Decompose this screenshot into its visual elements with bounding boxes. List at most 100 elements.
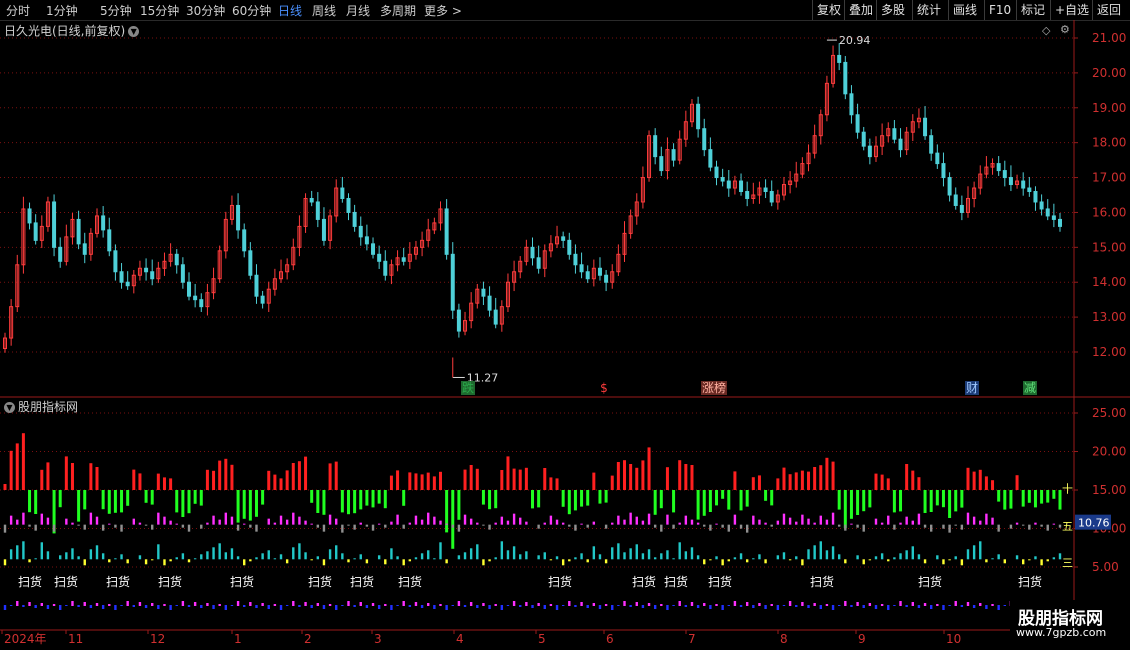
indicator-bar xyxy=(335,545,338,560)
indicator-bar xyxy=(978,469,982,490)
chevron-down-icon[interactable]: ▼ xyxy=(4,402,15,413)
price-tick-label: 21.00 xyxy=(1092,31,1126,45)
indicator-bar xyxy=(1040,524,1043,527)
chart-area[interactable]: 12.0013.0014.0015.0016.0017.0018.0019.00… xyxy=(0,0,1130,650)
indicator-bar xyxy=(292,601,295,606)
indicator-bar xyxy=(721,559,724,566)
indicator-bar xyxy=(9,515,13,525)
indicator-bar xyxy=(267,550,270,560)
indicator-bar xyxy=(316,556,320,560)
indicator-bar xyxy=(739,605,743,607)
indicator-bar xyxy=(1021,524,1025,526)
indicator-bar xyxy=(384,559,387,565)
indicator-bar xyxy=(1052,523,1056,525)
indicator-bar xyxy=(353,558,356,560)
indicator-bar xyxy=(101,524,105,531)
indicator-bar xyxy=(960,559,964,566)
indicator-bar xyxy=(95,545,99,560)
indicator-bar xyxy=(390,548,393,560)
indicator-bar xyxy=(95,516,99,525)
indicator-bar xyxy=(1015,522,1019,525)
candle-body xyxy=(530,246,535,259)
signal-label: 扫货 xyxy=(548,574,572,589)
indicator-bar xyxy=(911,602,914,606)
indicator-bar xyxy=(89,463,93,490)
indicator-bar xyxy=(525,521,528,525)
indicator-bar xyxy=(304,602,307,606)
indicator-bar xyxy=(163,559,166,566)
signal-label: 扫货 xyxy=(106,574,130,589)
indicator-bar xyxy=(383,490,387,509)
indicator-bar xyxy=(114,524,117,528)
indicator-bar xyxy=(807,471,811,490)
main-chart-title: 日久光电(日线,前复权) ▼ xyxy=(4,22,140,39)
indicator-bar xyxy=(138,555,142,560)
indicator-bar xyxy=(586,605,589,608)
indicator-bar xyxy=(426,472,430,490)
indicator-bar xyxy=(942,605,945,610)
indicator-bar xyxy=(776,478,780,490)
indicator-bar xyxy=(71,522,74,525)
indicator-bar xyxy=(451,524,454,528)
candle-body xyxy=(996,163,1001,172)
indicator-bar xyxy=(414,515,418,525)
indicator-bar xyxy=(341,524,344,533)
indicator-bar xyxy=(721,605,724,610)
indicator-bar xyxy=(1021,490,1025,507)
level-label: 三 xyxy=(1062,556,1073,569)
indicator-bar xyxy=(346,490,350,515)
candle-body xyxy=(199,299,204,308)
indicator-bar xyxy=(923,490,927,513)
indicator-bar xyxy=(795,605,798,607)
indicator-bar xyxy=(666,605,669,610)
price-tick-label: 12.00 xyxy=(1092,345,1126,359)
indicator-bar xyxy=(261,490,265,505)
indicator-bar xyxy=(537,524,540,529)
level-label: 五 xyxy=(1062,520,1073,533)
indicator-bar xyxy=(966,549,970,560)
indicator-bar xyxy=(150,490,154,505)
indicator-bar xyxy=(34,605,37,608)
indicator-bar xyxy=(396,556,399,560)
candle-body xyxy=(33,222,38,241)
indicator-bar xyxy=(353,490,357,514)
indicator-bar xyxy=(991,558,994,560)
candle-body xyxy=(745,191,750,199)
indicator-bar xyxy=(1027,490,1031,503)
indicator-bar xyxy=(979,603,982,606)
indicator-bar xyxy=(1034,522,1037,525)
indicator-bar xyxy=(163,604,166,606)
indicator-bar xyxy=(586,490,590,506)
indicator-bar xyxy=(745,559,749,563)
indicator-bar xyxy=(690,547,694,560)
date-label: 5 xyxy=(538,632,546,646)
indicator-bar xyxy=(77,524,80,526)
candle-body xyxy=(187,281,192,297)
indicator-bar xyxy=(52,604,56,606)
event-tag: $ xyxy=(600,381,608,395)
indicator-bar xyxy=(1003,490,1007,510)
indicator-bar xyxy=(1021,559,1025,565)
chevron-down-icon[interactable]: ▼ xyxy=(128,26,140,37)
indicator-bar xyxy=(494,557,497,560)
indicator-bar xyxy=(433,558,436,560)
candle-body xyxy=(1051,215,1056,220)
indicator-bar xyxy=(285,605,289,606)
indicator-bar xyxy=(960,490,964,508)
indicator-bar xyxy=(979,541,982,560)
indicator-bar xyxy=(389,475,393,490)
indicator-bar xyxy=(733,557,737,560)
indicator-bar xyxy=(292,512,295,525)
gear-icon[interactable]: ⚙ xyxy=(1060,23,1070,36)
indicator-bar xyxy=(310,605,313,608)
indicator-bar xyxy=(224,605,228,610)
indicator-bar xyxy=(482,524,485,526)
indicator-bar xyxy=(991,517,994,525)
diamond-icon[interactable]: ◇ xyxy=(1042,24,1050,37)
candle-body xyxy=(82,243,87,255)
indicator-bar xyxy=(629,548,632,560)
indicator-bar xyxy=(212,605,215,609)
indicator-bar xyxy=(187,490,191,514)
indicator-bar xyxy=(138,522,142,525)
indicator-bar xyxy=(181,601,185,606)
